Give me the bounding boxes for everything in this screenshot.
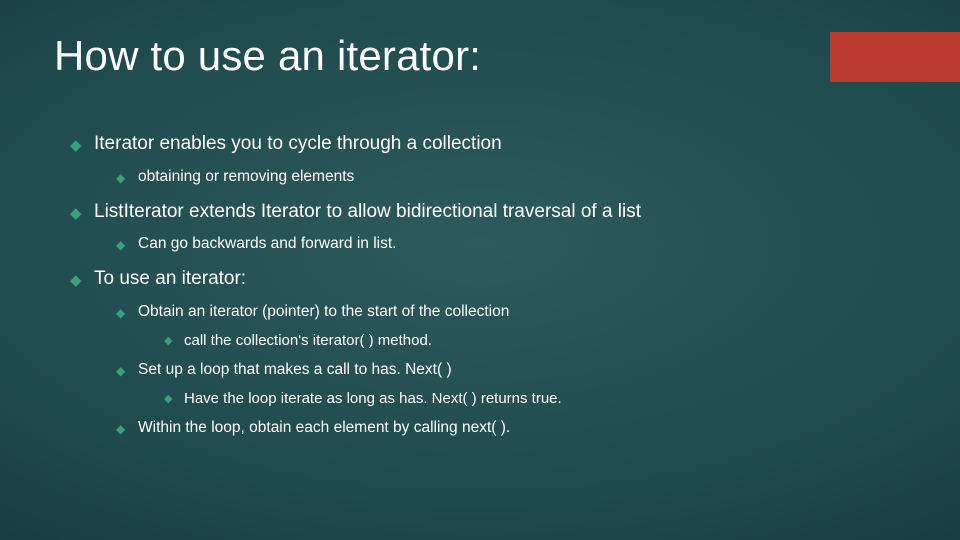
list-item: ◆ Can go backwards and forward in list.	[116, 234, 920, 255]
diamond-bullet-icon: ◆	[116, 421, 125, 437]
slide-content: ◆ Iterator enables you to cycle through …	[70, 120, 920, 451]
diamond-bullet-icon: ◆	[164, 334, 172, 349]
list-item: ◆ Set up a loop that makes a call to has…	[116, 360, 920, 409]
list-item: ◆ Have the loop iterate as long as has. …	[164, 389, 920, 409]
list-item-text: To use an iterator:	[94, 268, 246, 289]
diamond-bullet-icon: ◆	[70, 136, 82, 156]
list-item-text: Have the loop iterate as long as has. Ne…	[184, 390, 562, 407]
diamond-bullet-icon: ◆	[70, 271, 82, 291]
list-item-text: Obtain an iterator (pointer) to the star…	[138, 303, 509, 320]
diamond-bullet-icon: ◆	[70, 204, 82, 224]
diamond-bullet-icon: ◆	[116, 363, 125, 379]
list-item: ◆ Within the loop, obtain each element b…	[116, 418, 920, 439]
bullet-list: ◆ Iterator enables you to cycle through …	[70, 132, 920, 439]
diamond-bullet-icon: ◆	[116, 237, 125, 253]
list-item: ◆ ListIterator extends Iterator to allow…	[70, 200, 920, 256]
list-item: ◆ To use an iterator: ◆ Obtain an iterat…	[70, 267, 920, 439]
list-item: ◆ Iterator enables you to cycle through …	[70, 132, 920, 188]
list-item-text: obtaining or removing elements	[138, 168, 354, 185]
slide-title: How to use an iterator:	[54, 32, 481, 80]
list-item-text: Can go backwards and forward in list.	[138, 235, 396, 252]
list-item: ◆ call the collection's iterator( ) meth…	[164, 331, 920, 351]
slide: How to use an iterator: ◆ Iterator enabl…	[0, 0, 960, 540]
list-item: ◆ Obtain an iterator (pointer) to the st…	[116, 302, 920, 351]
list-item-text: call the collection's iterator( ) method…	[184, 332, 432, 349]
diamond-bullet-icon: ◆	[116, 170, 125, 186]
diamond-bullet-icon: ◆	[164, 392, 172, 407]
list-item-text: Within the loop, obtain each element by …	[138, 419, 510, 436]
list-item-text: Set up a loop that makes a call to has. …	[138, 361, 452, 378]
diamond-bullet-icon: ◆	[116, 305, 125, 321]
list-item: ◆ obtaining or removing elements	[116, 167, 920, 188]
list-item-text: ListIterator extends Iterator to allow b…	[94, 201, 641, 222]
accent-bar	[830, 32, 960, 82]
list-item-text: Iterator enables you to cycle through a …	[94, 133, 502, 154]
